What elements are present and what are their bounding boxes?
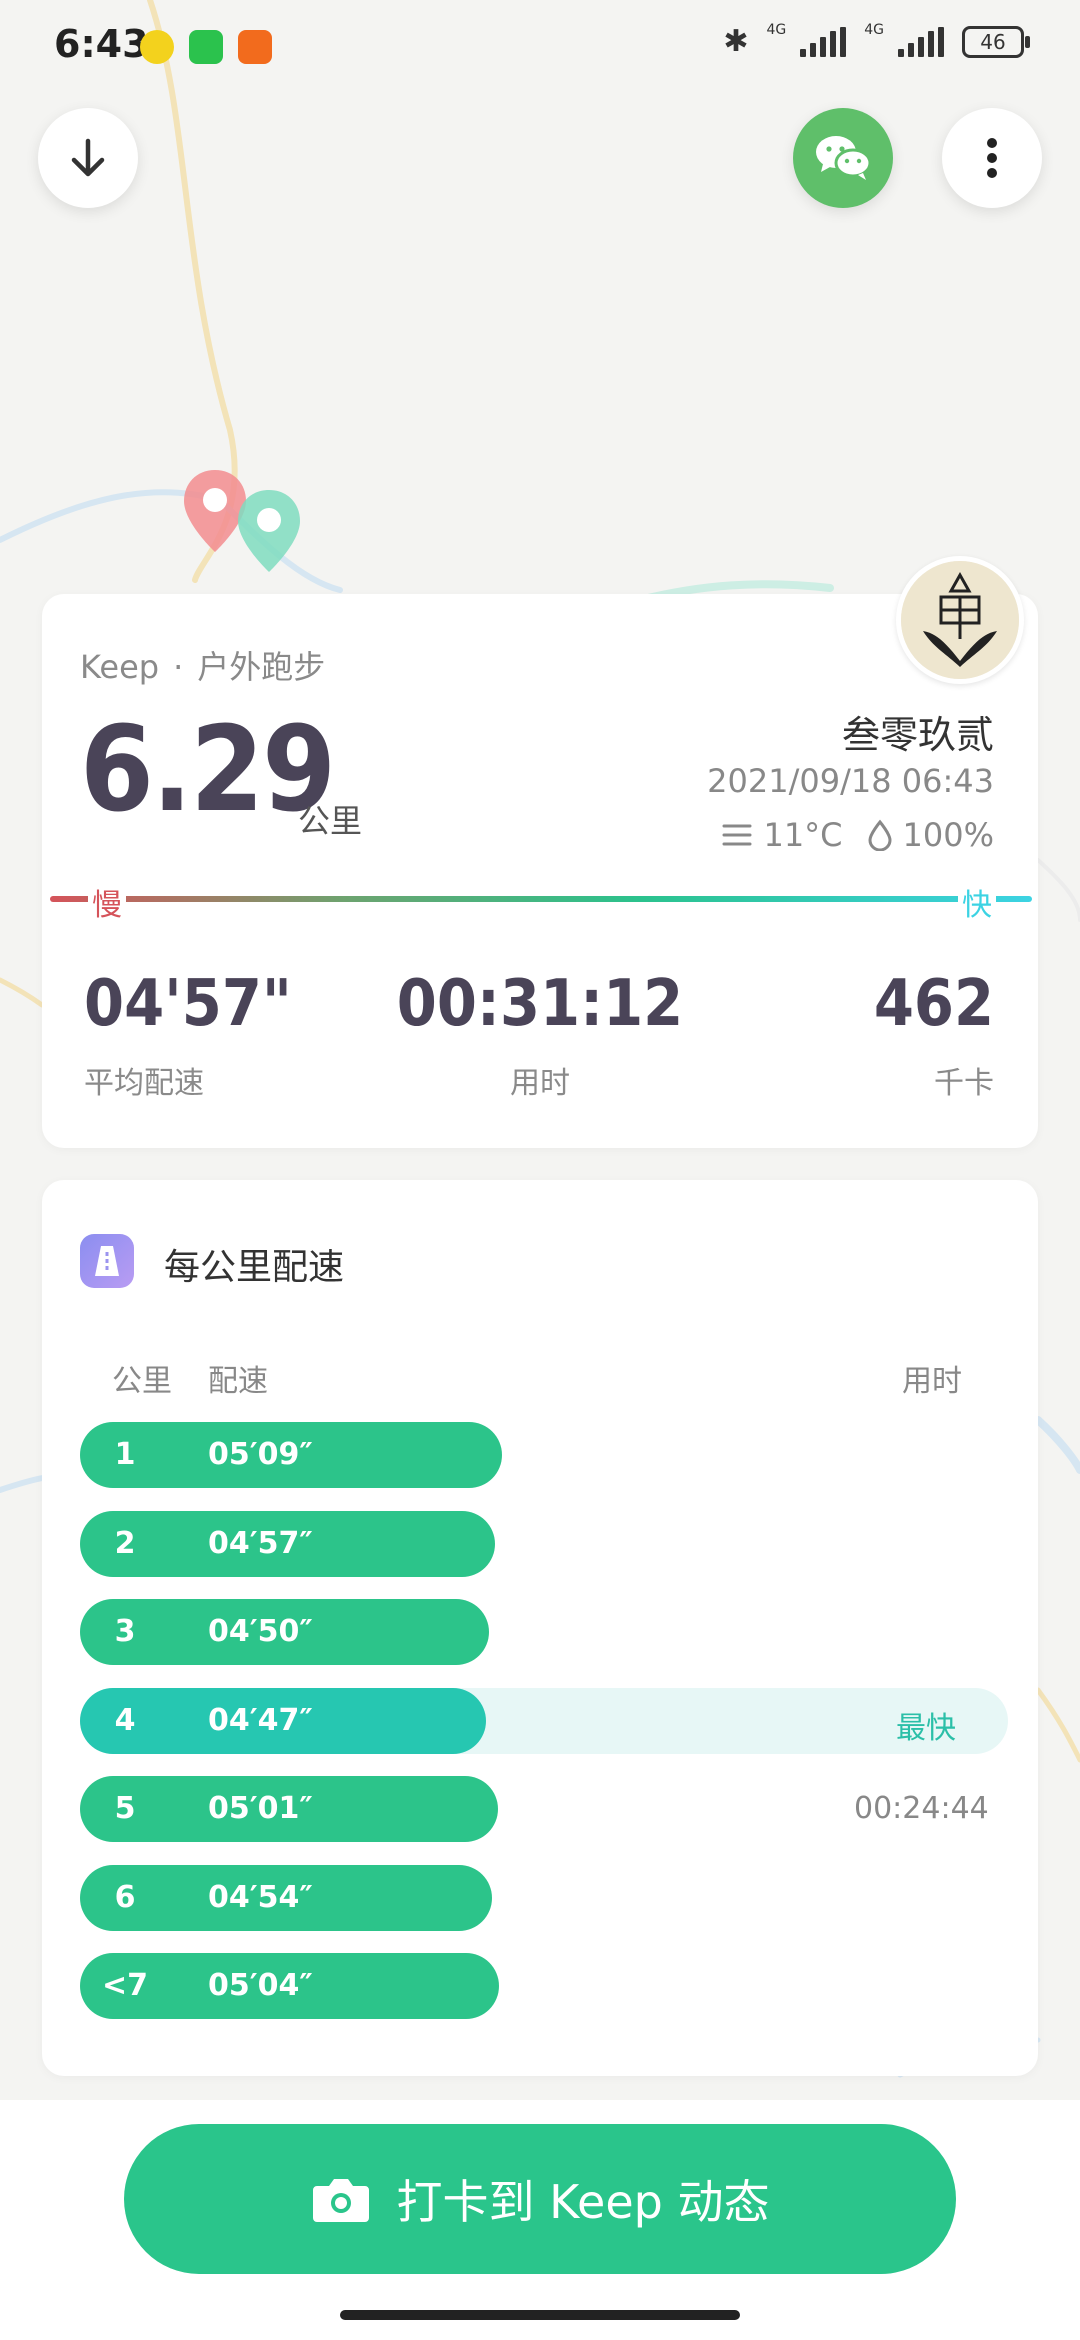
distance-value: 6.29 [80, 700, 336, 838]
temperature: 11°C [763, 816, 843, 854]
pace-row-km: <7 [101, 1968, 148, 2003]
fast-label: 快 [958, 880, 996, 924]
pace-row-km: 6 [114, 1879, 136, 1915]
more-options-button[interactable] [942, 108, 1042, 208]
pace-row: 1 05′09″ [80, 1422, 1008, 1488]
col-header-km: 公里 [112, 1364, 172, 1399]
pace-section-title: 每公里配速 [164, 1247, 345, 1288]
pace-row-elapsed: 00:24:44 [854, 1791, 989, 1826]
weather-fog-icon [722, 824, 752, 846]
humidity-icon [868, 819, 892, 851]
checkin-label: 打卡到 Keep 动态 [396, 2175, 770, 2229]
pace-per-km-card: 每公里配速 公里 配速 用时 1 05′09″ 2 04′57″ 3 04′50″ 4 04′… [42, 1180, 1038, 2076]
avg-pace-label: 平均配速 [84, 1066, 204, 1101]
pace-row: <7 05′04″ [80, 1953, 1008, 2019]
pace-row-pace: 05′09″ [208, 1437, 313, 1472]
wechat-notification-icon [189, 30, 223, 64]
slow-label: 慢 [88, 880, 126, 924]
download-button[interactable] [38, 108, 138, 208]
status-time: 6:43 [54, 22, 149, 66]
activity-type: 户外跑步 [197, 648, 326, 686]
pace-row-km: 4 [114, 1702, 136, 1738]
pace-row-km: 3 [114, 1614, 136, 1649]
col-header-pace: 配速 [208, 1364, 268, 1399]
pace-section-icon [80, 1234, 134, 1288]
mi-notification-icon [238, 30, 272, 64]
pace-row-km: 2 [114, 1525, 136, 1561]
pace-row-pace: 05′01″ [208, 1791, 313, 1826]
pace-row: 4 04′47″ 最快 [80, 1687, 1008, 1754]
stat-duration: 00:31:12 用时 [390, 972, 690, 1102]
camera-icon [312, 2179, 369, 2222]
status-bar: 6:43 ✱ 4G 4G 46 [0, 0, 1080, 96]
network-type-2: 4G [864, 21, 884, 38]
duration-label: 用时 [510, 1066, 570, 1101]
username: 叁零玖贰 [841, 713, 994, 757]
pace-row-pace: 04′47″ [208, 1702, 313, 1738]
more-vertical-icon [987, 138, 997, 178]
pace-gradient-bar [50, 896, 1032, 902]
stat-calories: 462 千卡 [780, 972, 994, 1102]
pace-row-km: 5 [114, 1791, 136, 1826]
humidity: 100% [902, 816, 994, 854]
signal-icon [800, 26, 847, 57]
bluetooth-icon: ✱ [723, 24, 749, 59]
download-icon [71, 138, 105, 177]
pace-row-pace: 05′04″ [208, 1968, 313, 2003]
end-pin-icon [234, 488, 304, 578]
pace-row-pace: 04′54″ [208, 1879, 313, 1915]
brand-label: Keep [80, 648, 160, 686]
calories-label: 千卡 [934, 1066, 994, 1101]
pace-row-pace: 04′50″ [208, 1614, 313, 1649]
pace-row-km: 1 [114, 1437, 136, 1472]
pace-row-pace: 04′57″ [208, 1525, 313, 1561]
weather-info: 11°C 100% [721, 816, 994, 854]
distance-unit: 公里 [298, 802, 363, 840]
activity-source: Keep · 户外跑步 [80, 642, 325, 688]
pace-row: 5 05′01″ 00:24:44 [80, 1776, 1008, 1842]
wechat-icon [816, 136, 872, 180]
battery-icon: 46 [962, 25, 1030, 58]
pace-row: 6 04′54″ [80, 1864, 1008, 1931]
notification-app-icon [140, 30, 174, 64]
stat-avg-pace: 04'57" 平均配速 [84, 972, 292, 1102]
avg-pace-value: 04'57" [84, 967, 292, 1041]
col-header-time: 用时 [902, 1364, 962, 1399]
signal-icon [898, 26, 944, 57]
home-indicator[interactable] [340, 2310, 740, 2320]
checkin-button[interactable]: 打卡到 Keep 动态 [124, 2124, 956, 2274]
pace-row: 2 04′57″ [80, 1510, 1008, 1577]
separator: · [173, 648, 184, 686]
user-avatar[interactable] [896, 556, 1024, 684]
network-type-1: 4G [766, 21, 787, 38]
run-datetime: 2021/09/18 06:43 [707, 762, 994, 800]
fastest-badge: 最快 [896, 1710, 956, 1746]
pace-row: 3 04′50″ [80, 1599, 1008, 1665]
duration-value: 00:31:12 [396, 967, 684, 1041]
share-wechat-button[interactable] [793, 108, 893, 208]
calories-value: 462 [873, 967, 994, 1041]
